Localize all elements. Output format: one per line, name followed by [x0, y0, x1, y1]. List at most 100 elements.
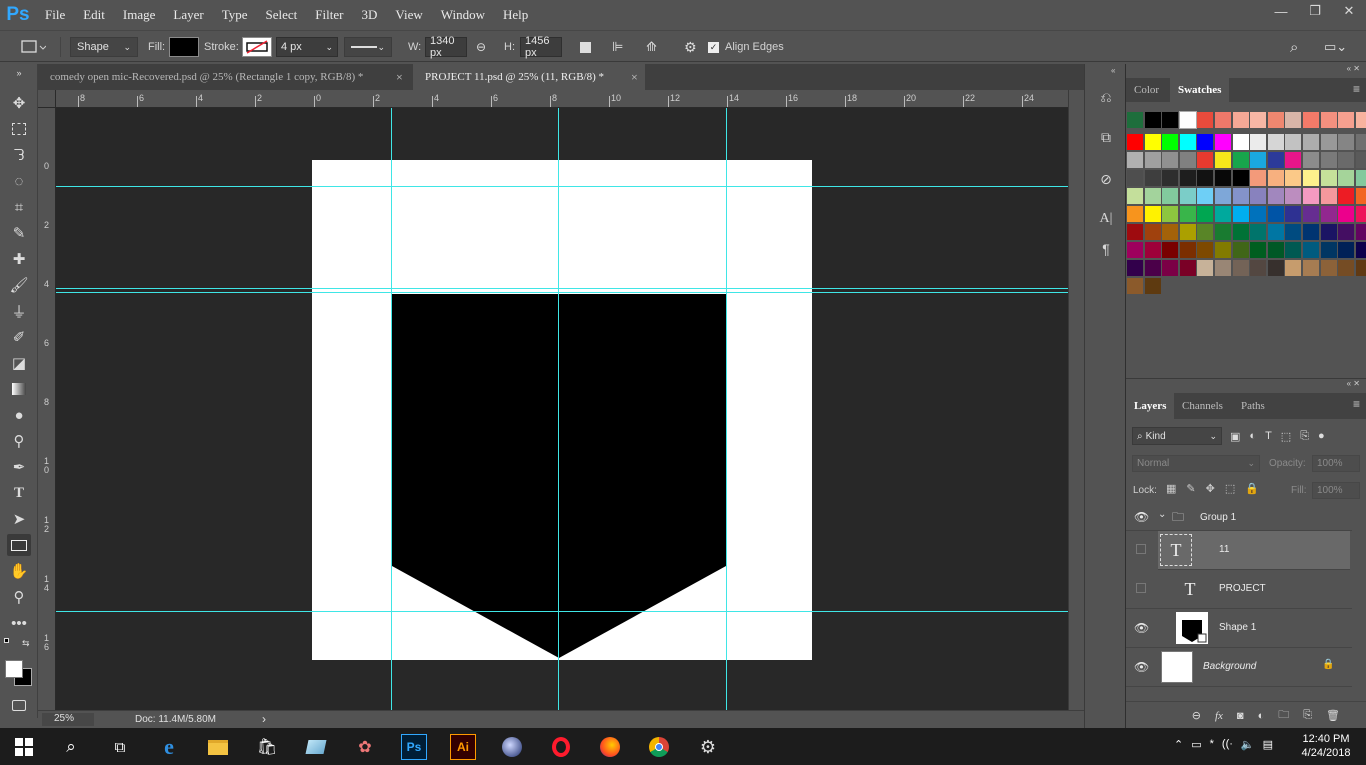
- new-layer-icon[interactable]: ⎘: [1303, 709, 1312, 722]
- color-swatch[interactable]: [1179, 134, 1196, 150]
- color-swatch[interactable]: [1179, 188, 1196, 204]
- quick-selection-tool-icon[interactable]: ◌: [7, 170, 31, 192]
- horizontal-ruler[interactable]: 8 6 4 2 0 2 4 6 8 10 12 14 16 18 20 22 24: [56, 90, 1068, 108]
- color-swatch[interactable]: [1250, 134, 1267, 150]
- color-swatch[interactable]: [1127, 278, 1143, 294]
- search-icon[interactable]: ⌕: [1290, 37, 1308, 57]
- color-swatch[interactable]: [1338, 260, 1355, 276]
- color-swatch[interactable]: [1285, 260, 1302, 276]
- stroke-swatch[interactable]: [242, 37, 272, 57]
- collapse-icon[interactable]: « ✕: [1347, 379, 1360, 388]
- color-swatch[interactable]: [1162, 152, 1179, 168]
- color-swatch[interactable]: [1144, 152, 1161, 168]
- tab-paths[interactable]: Paths: [1233, 393, 1273, 419]
- color-swatch[interactable]: [1285, 242, 1302, 258]
- color-swatch[interactable]: [1355, 260, 1366, 276]
- notification-icon[interactable]: ▤: [1263, 738, 1273, 751]
- canvas-area[interactable]: [56, 108, 1068, 710]
- color-swatch[interactable]: [1250, 152, 1267, 168]
- color-swatch[interactable]: [1127, 260, 1143, 276]
- guide-horizontal[interactable]: [56, 288, 1068, 289]
- color-swatch[interactable]: [1179, 242, 1196, 258]
- color-swatch[interactable]: [1285, 224, 1302, 240]
- gradient-tool-icon[interactable]: [7, 378, 31, 400]
- add-mask-icon[interactable]: ◙: [1237, 710, 1244, 722]
- bluetooth-icon[interactable]: *: [1210, 738, 1214, 751]
- color-swatch[interactable]: [1303, 224, 1319, 240]
- menu-edit[interactable]: Edit: [74, 0, 114, 30]
- rectangle-tool-icon[interactable]: [7, 534, 31, 556]
- dodge-tool-icon[interactable]: ⚲: [7, 430, 31, 452]
- menu-view[interactable]: View: [386, 0, 431, 30]
- color-swatch[interactable]: [1232, 260, 1249, 276]
- guide-vertical[interactable]: [726, 108, 727, 710]
- windows-start-icon[interactable]: [11, 734, 37, 760]
- new-group-icon[interactable]: 🗀: [1278, 706, 1289, 725]
- color-swatch[interactable]: [1127, 152, 1143, 168]
- color-swatch[interactable]: [1303, 188, 1319, 204]
- gear-icon[interactable]: ⚙: [684, 37, 700, 57]
- status-arrow-icon[interactable]: ›: [262, 712, 266, 726]
- menu-3d[interactable]: 3D: [352, 0, 386, 30]
- visibility-toggle[interactable]: [1136, 583, 1146, 593]
- color-swatch[interactable]: [1127, 134, 1143, 150]
- guide-vertical[interactable]: [558, 108, 559, 710]
- color-swatch[interactable]: [1127, 112, 1143, 128]
- color-swatch[interactable]: [1197, 152, 1214, 168]
- color-swatch[interactable]: [1144, 170, 1161, 186]
- color-swatch[interactable]: [1303, 134, 1319, 150]
- filter-toggle-icon[interactable]: ●: [1318, 430, 1325, 442]
- collapse-icon[interactable]: »: [7, 68, 31, 78]
- color-swatch[interactable]: [1250, 188, 1267, 204]
- color-swatch[interactable]: [1162, 134, 1179, 150]
- color-swatch[interactable]: [1267, 170, 1284, 186]
- wifi-icon[interactable]: ((·: [1222, 738, 1233, 751]
- foreground-color-swatch[interactable]: [5, 660, 23, 678]
- color-swatch[interactable]: [1250, 112, 1267, 128]
- fx-icon[interactable]: fx: [1215, 710, 1223, 722]
- color-swatch[interactable]: [1320, 224, 1337, 240]
- color-swatch[interactable]: [1232, 170, 1249, 186]
- color-swatch[interactable]: [1320, 134, 1337, 150]
- color-swatch[interactable]: [1162, 206, 1179, 222]
- menu-file[interactable]: File: [36, 0, 74, 30]
- color-swatch[interactable]: [1179, 206, 1196, 222]
- type-tool-icon[interactable]: T: [7, 482, 31, 504]
- stroke-width-field[interactable]: 4 px ⌄: [276, 37, 338, 57]
- color-swatch[interactable]: [1232, 242, 1249, 258]
- chevron-down-icon[interactable]: ⌄: [1158, 509, 1166, 520]
- color-swatch[interactable]: [1303, 206, 1319, 222]
- panel-menu-icon[interactable]: ≡: [1353, 397, 1360, 411]
- quick-mask-icon[interactable]: [7, 694, 31, 716]
- color-swatch[interactable]: [1232, 112, 1249, 128]
- color-swatch[interactable]: [1215, 112, 1231, 128]
- image-filter-icon[interactable]: ▣: [1230, 430, 1240, 443]
- color-swatch[interactable]: [1197, 260, 1214, 276]
- color-swatch[interactable]: [1197, 224, 1214, 240]
- color-swatch[interactable]: [1355, 134, 1366, 150]
- color-swatch[interactable]: [1267, 188, 1284, 204]
- color-swatch[interactable]: [1179, 260, 1196, 276]
- more-tools-icon[interactable]: •••: [7, 612, 31, 634]
- tab-channels[interactable]: Channels: [1174, 393, 1231, 419]
- shape-1-shield[interactable]: [312, 160, 812, 660]
- lock-all-icon[interactable]: 🔒: [1245, 482, 1259, 498]
- color-swatch[interactable]: [1320, 188, 1337, 204]
- color-swatch[interactable]: [1303, 242, 1319, 258]
- path-alignment-icon[interactable]: ⊫: [612, 37, 630, 57]
- zoom-level[interactable]: 25%: [42, 713, 94, 726]
- swap-colors-icon[interactable]: ⇆: [22, 638, 30, 649]
- color-swatch[interactable]: [1215, 134, 1231, 150]
- color-swatch[interactable]: [1215, 188, 1231, 204]
- fill-field[interactable]: 100%: [1312, 482, 1360, 499]
- color-swatch[interactable]: [1250, 260, 1267, 276]
- color-swatch[interactable]: [1232, 224, 1249, 240]
- color-swatch[interactable]: [1250, 242, 1267, 258]
- color-swatch[interactable]: [1285, 206, 1302, 222]
- color-swatch[interactable]: [1320, 242, 1337, 258]
- eye-icon[interactable]: 👁: [1134, 510, 1149, 524]
- tab-layers[interactable]: Layers: [1126, 393, 1175, 419]
- zoom-tool-icon[interactable]: ⚲: [7, 586, 31, 608]
- 3d-panel-icon[interactable]: ⧉: [1095, 126, 1117, 148]
- color-swatch[interactable]: [1320, 206, 1337, 222]
